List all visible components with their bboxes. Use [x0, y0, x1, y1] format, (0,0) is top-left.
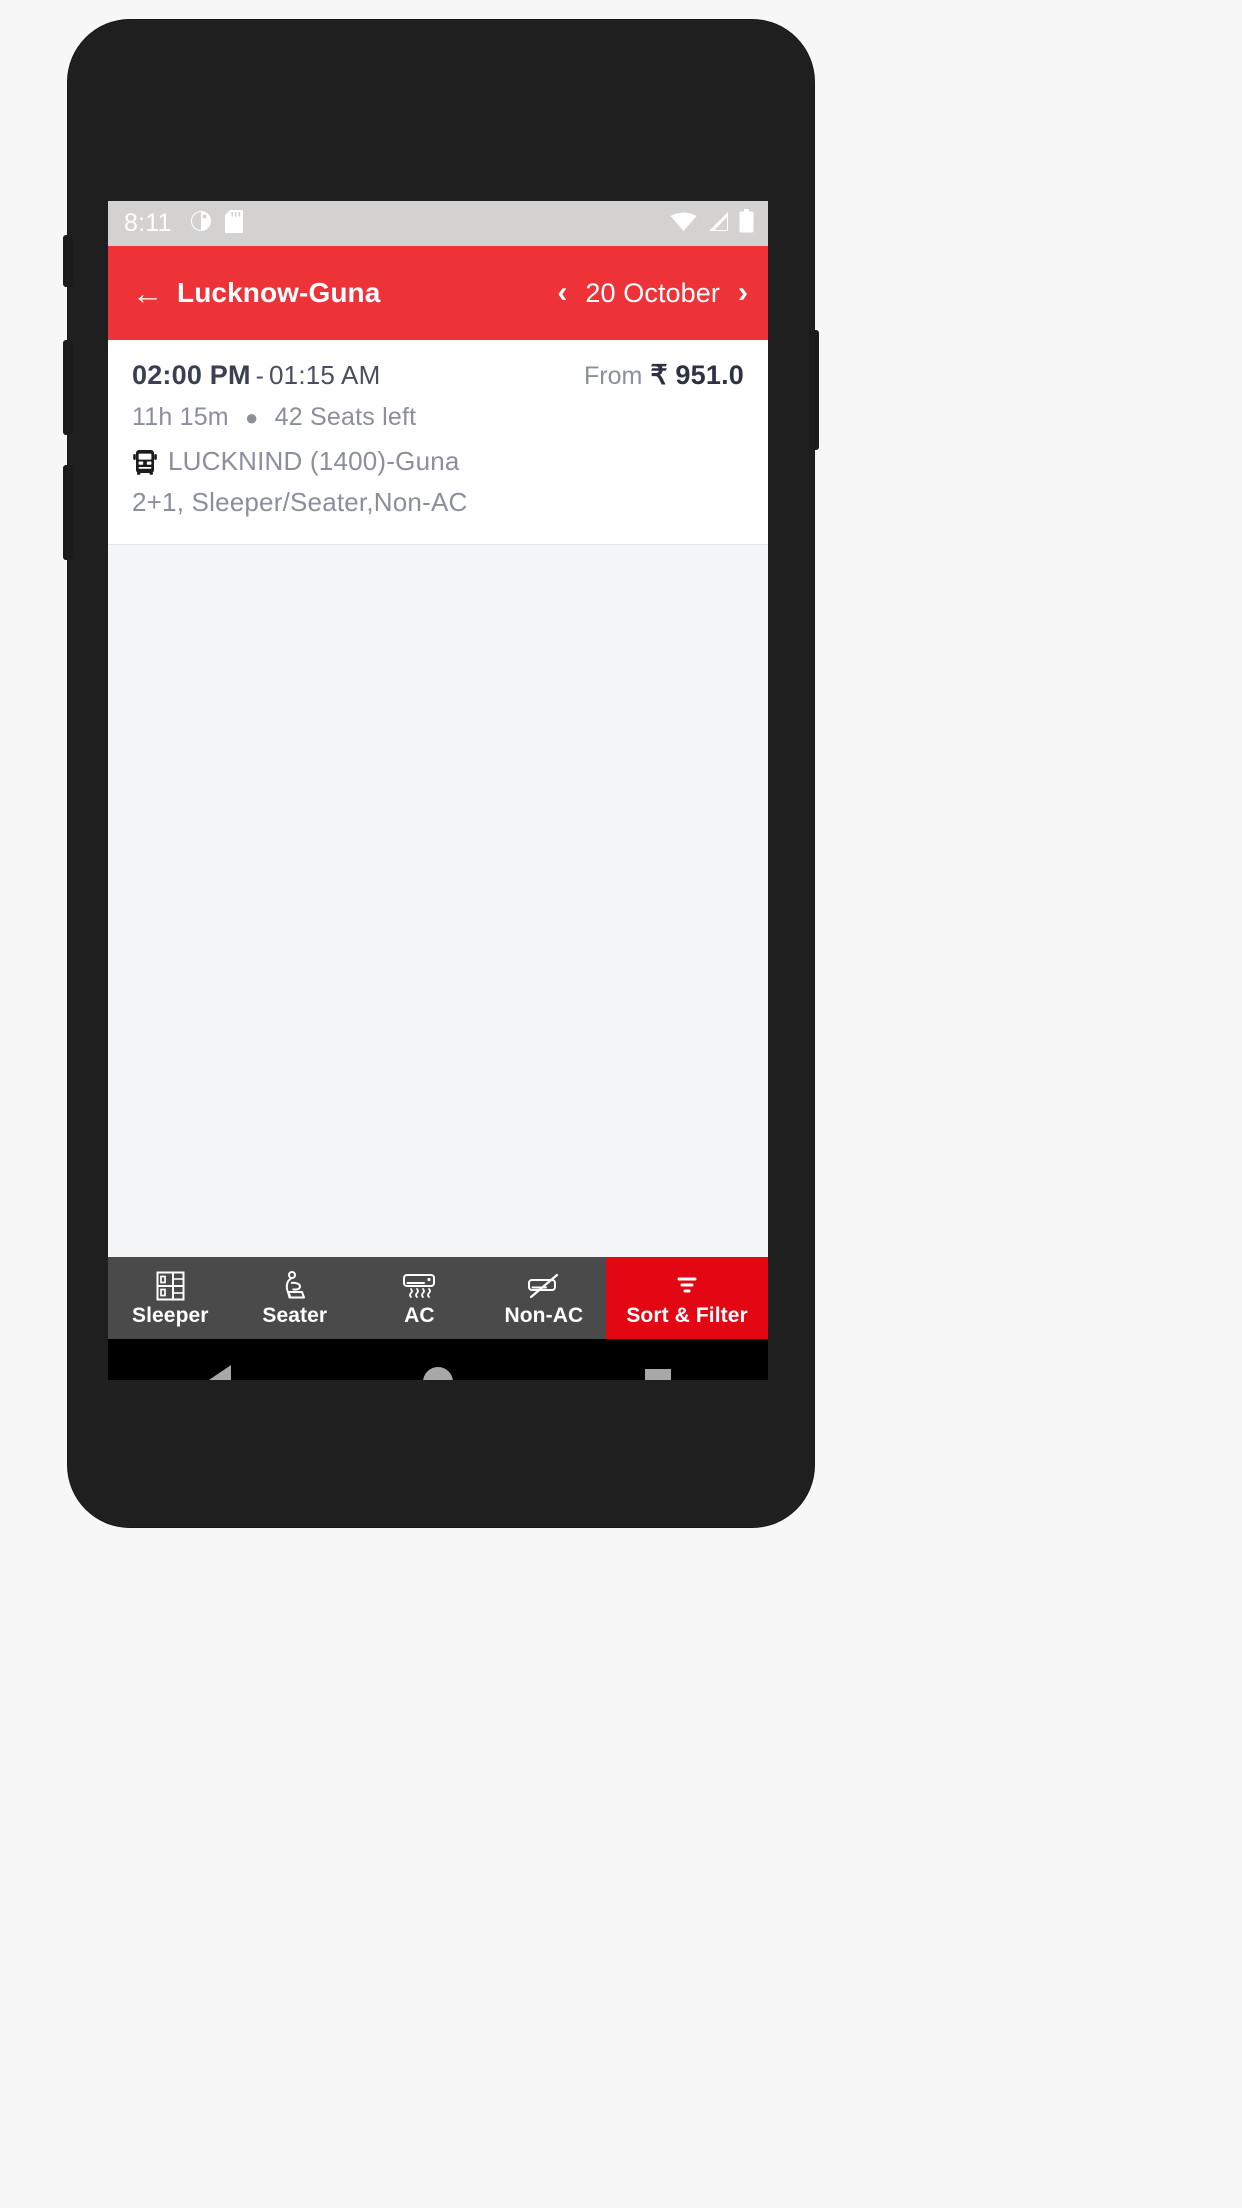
phone-screen: 8:11 ← Lucknow-Guna ‹ 20 October › 02:00… — [108, 201, 768, 1380]
sd-card-icon — [224, 209, 243, 238]
filter-ac-label: AC — [404, 1303, 435, 1327]
nav-home-button[interactable] — [378, 1339, 498, 1380]
filter-sleeper[interactable]: Sleeper — [108, 1257, 233, 1339]
phone-side-button[interactable] — [63, 235, 73, 287]
back-arrow-icon[interactable]: ← — [132, 278, 163, 309]
filter-bar: Sleeper Seater AC Non-AC Sort & Filter — [108, 1257, 768, 1339]
seats-left: 42 Seats left — [274, 403, 417, 431]
sort-and-filter-button[interactable]: Sort & Filter — [606, 1257, 768, 1339]
bus-amenities: 2+1, Sleeper/Seater,Non-AC — [132, 487, 468, 517]
filter-non-ac-label: Non-AC — [504, 1303, 584, 1327]
volume-up-button[interactable] — [63, 340, 73, 435]
sort-and-filter-label: Sort & Filter — [626, 1303, 748, 1327]
status-clock: 8:11 — [124, 209, 172, 237]
status-left-icons — [190, 209, 243, 238]
date-navigator: ‹ 20 October › — [553, 276, 752, 310]
battery-icon — [739, 209, 754, 238]
volume-down-button[interactable] — [63, 465, 73, 560]
filter-seater-label: Seater — [262, 1303, 328, 1327]
arrival-time: 01:15 AM — [269, 360, 381, 390]
seat-icon — [280, 1270, 310, 1301]
filter-seater[interactable]: Seater — [233, 1257, 358, 1339]
next-day-button[interactable]: › — [734, 276, 752, 310]
app-notification-icon — [190, 210, 212, 237]
funnel-filter-icon — [672, 1271, 702, 1301]
cellular-signal-icon — [706, 211, 730, 237]
back-triangle-icon — [205, 1365, 231, 1380]
filter-sleeper-label: Sleeper — [131, 1303, 209, 1327]
air-conditioner-icon — [402, 1271, 436, 1301]
recents-square-icon — [645, 1369, 671, 1380]
status-bar: 8:11 — [108, 201, 768, 246]
sleeper-berth-icon — [156, 1271, 185, 1301]
bus-icon — [132, 449, 158, 475]
phone-frame: 8:11 ← Lucknow-Guna ‹ 20 October › 02:00… — [63, 20, 819, 1527]
home-circle-icon — [423, 1367, 453, 1380]
operator-name: LUCKNIND (1400)-Guna — [168, 446, 460, 476]
bus-results-list[interactable]: 02:00 PM - 01:15 AM From ₹ 951.0 11h 15m… — [108, 340, 768, 1257]
journey-meta-line: 11h 15m ● 42 Seats left — [132, 403, 744, 432]
price-prefix-label: From — [584, 362, 643, 390]
departure-time: 02:00 PM — [132, 360, 251, 390]
selected-date-label[interactable]: 20 October — [585, 278, 720, 309]
bus-result-card[interactable]: 02:00 PM - 01:15 AM From ₹ 951.0 11h 15m… — [108, 340, 768, 545]
bus-card-top-row: 02:00 PM - 01:15 AM From ₹ 951.0 — [132, 360, 744, 391]
fare-amount: ₹ 951.0 — [650, 360, 744, 390]
filter-non-ac[interactable]: Non-AC — [482, 1257, 607, 1339]
android-navigation-bar — [108, 1339, 768, 1380]
page-title: Lucknow-Guna — [177, 277, 381, 308]
journey-duration: 11h 15m — [132, 403, 229, 431]
nav-recents-button[interactable] — [598, 1339, 718, 1380]
operator-line: LUCKNIND (1400)-Guna — [132, 446, 744, 477]
meta-separator-dot: ● — [245, 405, 259, 430]
price-block: From ₹ 951.0 — [584, 360, 744, 391]
air-conditioner-off-icon — [526, 1271, 562, 1301]
app-bar: ← Lucknow-Guna ‹ 20 October › — [108, 246, 768, 340]
power-button[interactable] — [809, 330, 819, 450]
wifi-icon — [670, 211, 697, 237]
status-right-icons — [670, 209, 754, 238]
filter-ac[interactable]: AC — [357, 1257, 482, 1339]
time-separator: - — [255, 362, 264, 390]
nav-back-button[interactable] — [158, 1339, 278, 1380]
previous-day-button[interactable]: ‹ — [553, 276, 571, 310]
